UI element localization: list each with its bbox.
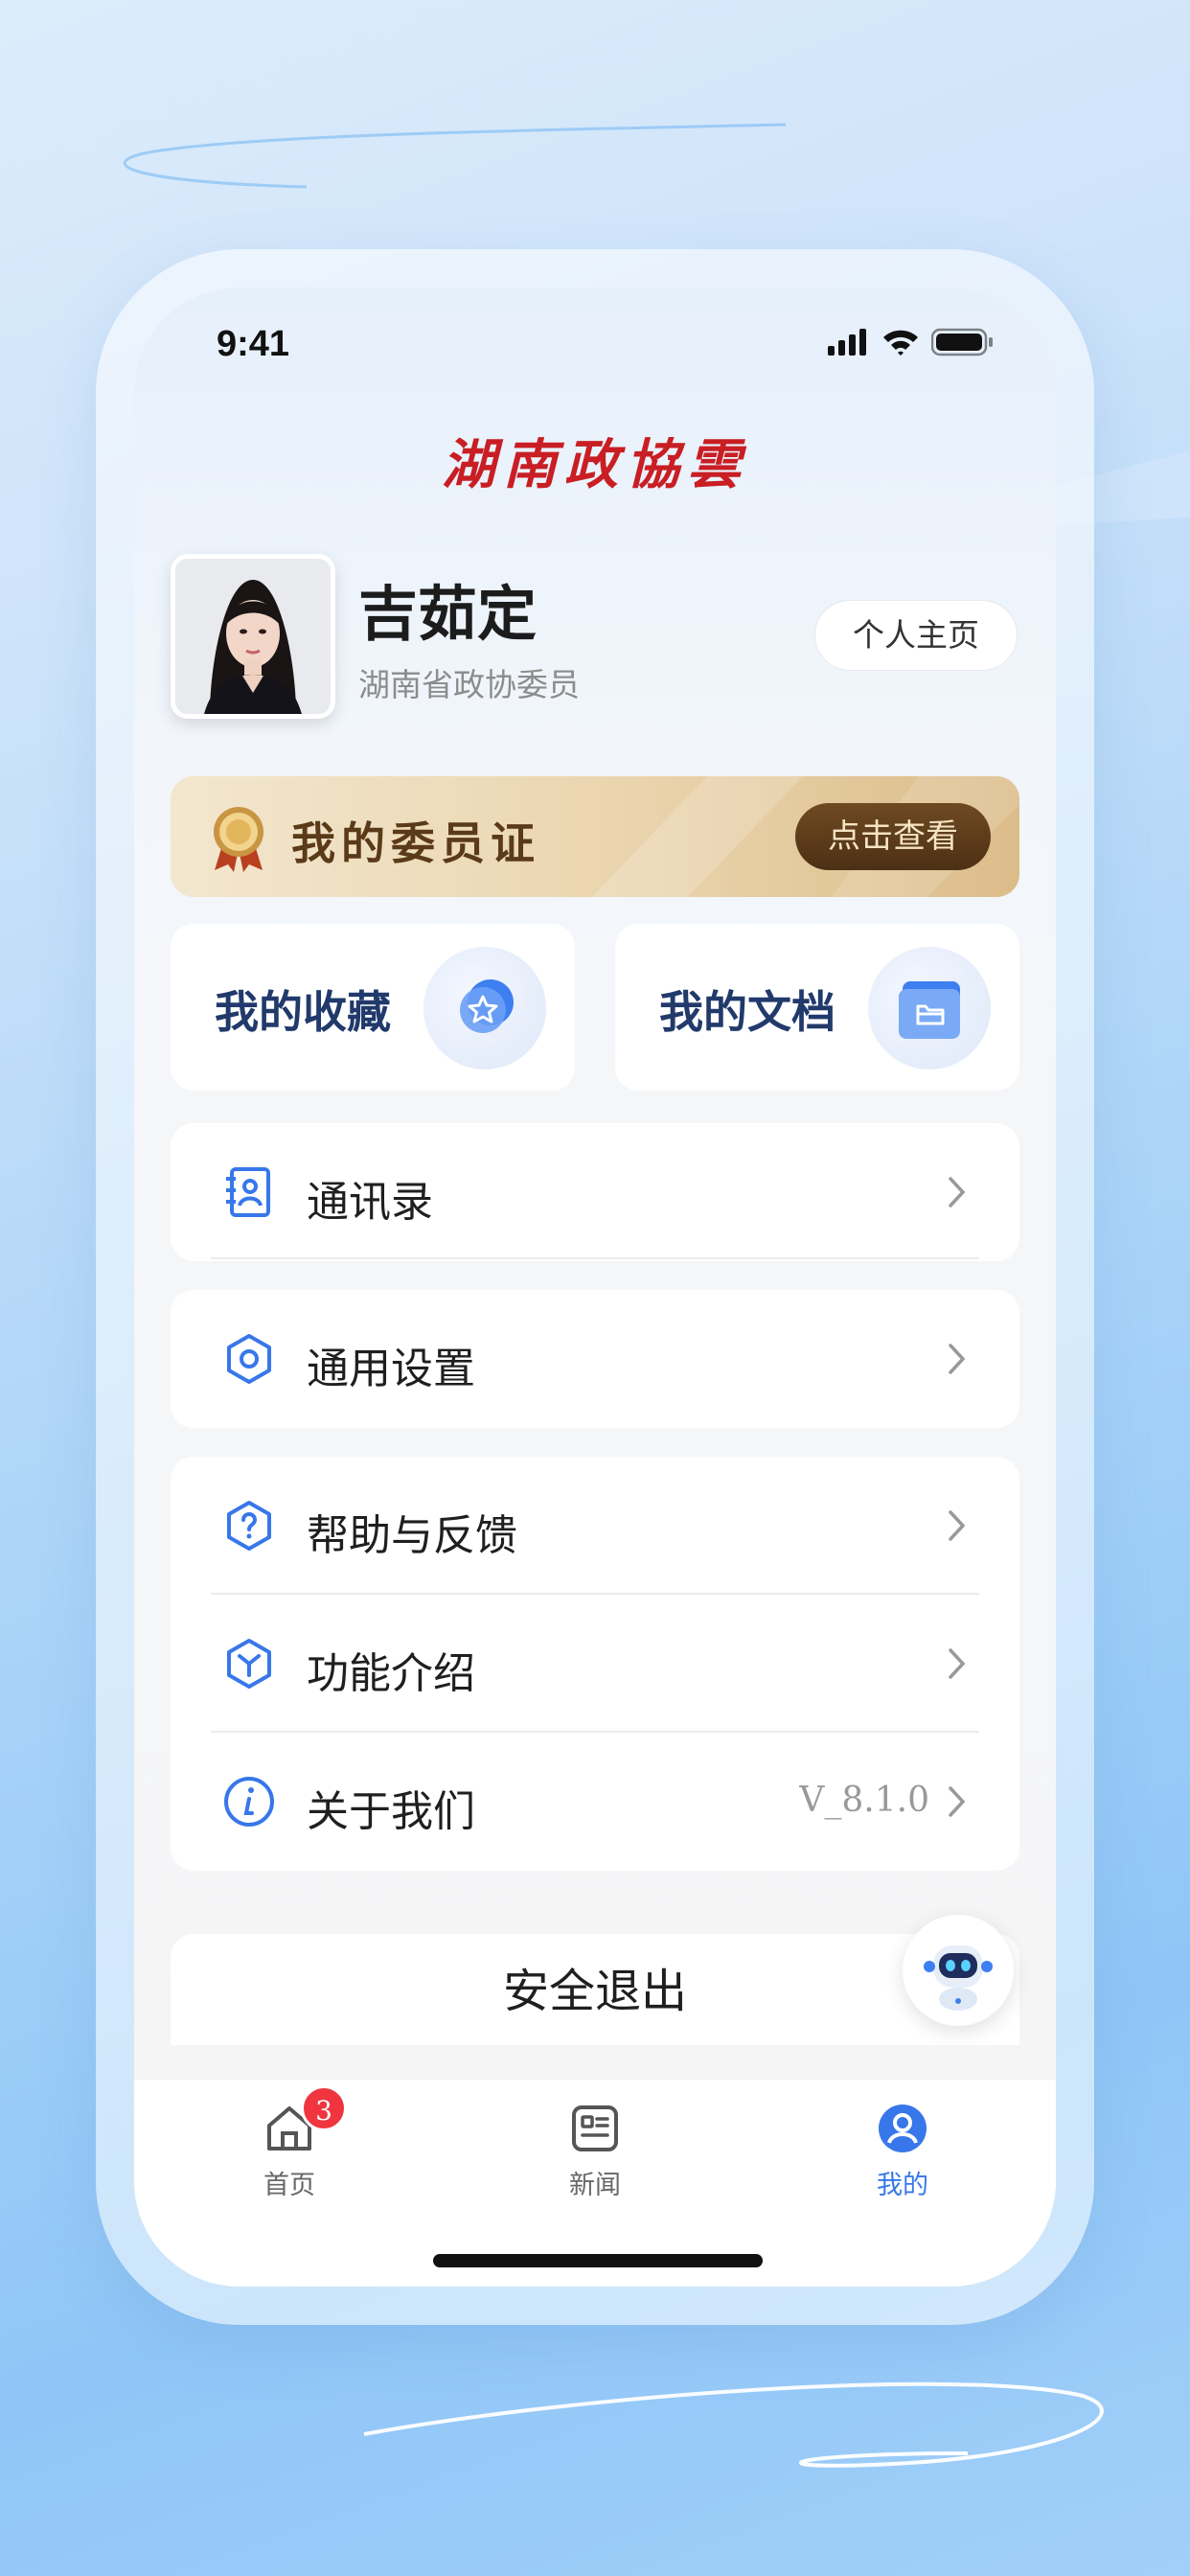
menu-item-features[interactable]: 功能介绍 [171,1595,1019,1733]
chevron-right-icon [949,1510,966,1541]
folder-icon [868,947,991,1070]
user-icon [879,2104,927,2152]
settings-label: 通用设置 [307,1345,475,1393]
tab-home-label: 首页 [263,2171,315,2200]
app-version: V_8.1.0 [799,1781,929,1820]
medal-icon [214,807,263,872]
user-role: 湖南省政协委员 [358,666,580,703]
member-card-title: 我的委员证 [291,817,540,869]
menu-item-help[interactable]: 帮助与反馈 [171,1457,1019,1595]
brand-logo: 湖南政協雲 [442,433,748,496]
menu-item-contacts[interactable]: 通讯录 [171,1123,1019,1261]
favorites-label: 我的收藏 [215,986,391,1038]
chevron-right-icon [949,1344,966,1374]
info-icon [224,1777,274,1827]
status-icons [828,328,995,356]
divider [211,1257,979,1259]
menu-item-settings[interactable]: 通用设置 [171,1290,1019,1428]
feature-icon [227,1639,271,1689]
tab-news-label: 新闻 [569,2171,621,2200]
user-name: 吉茹定 [358,579,538,649]
news-icon [572,2105,618,2151]
star-icon [423,947,546,1070]
battery-icon [931,328,993,356]
avatar[interactable] [171,554,335,719]
settings-icon [227,1334,271,1384]
contacts-group: 通讯录 [171,1123,1019,1261]
robot-icon [924,1945,993,2011]
ai-assistant-button[interactable] [903,1915,1014,2026]
tab-news[interactable]: 新闻 [499,2080,691,2214]
member-card-banner[interactable]: 我的委员证 点击查看 [171,776,1019,897]
contacts-icon [226,1167,270,1217]
profile-button[interactable]: 个人主页 [814,600,1018,671]
wifi-icon [883,330,918,356]
tab-mine[interactable]: 我的 [807,2080,998,2214]
help-label: 帮助与反馈 [307,1511,517,1560]
avatar-portrait [175,559,331,714]
about-label: 关于我们 [307,1787,475,1836]
help-icon [227,1501,271,1551]
logout-button[interactable]: 安全退出 [171,1934,1019,2045]
cellular-signal-icon [828,329,866,356]
contacts-label: 通讯录 [307,1178,433,1227]
support-group: 帮助与反馈 功能介绍 关于我们 V_8.1.0 [171,1457,1019,1871]
menu-item-about[interactable]: 关于我们 V_8.1.0 [171,1733,1019,1871]
notification-badge: 3 [301,2085,347,2131]
status-bar: 9:41 [134,288,1056,402]
tab-mine-label: 我的 [877,2171,928,2200]
phone-screen: 9:41 湖南政協雲 吉茹定 湖南省政协委员 个人主页 我的委员证 点击查看 我… [134,288,1056,2287]
chevron-right-icon [949,1177,966,1208]
settings-group: 通用设置 [171,1290,1019,1428]
favorites-card[interactable]: 我的收藏 [171,924,575,1091]
home-indicator [433,2254,763,2267]
chevron-right-icon [949,1786,966,1817]
tab-home[interactable]: 3 首页 [194,2080,385,2214]
view-member-card-button[interactable]: 点击查看 [795,803,991,870]
documents-card[interactable]: 我的文档 [615,924,1019,1091]
status-time: 9:41 [217,324,290,364]
features-label: 功能介绍 [307,1649,475,1698]
chevron-right-icon [949,1648,966,1679]
documents-label: 我的文档 [659,986,835,1038]
